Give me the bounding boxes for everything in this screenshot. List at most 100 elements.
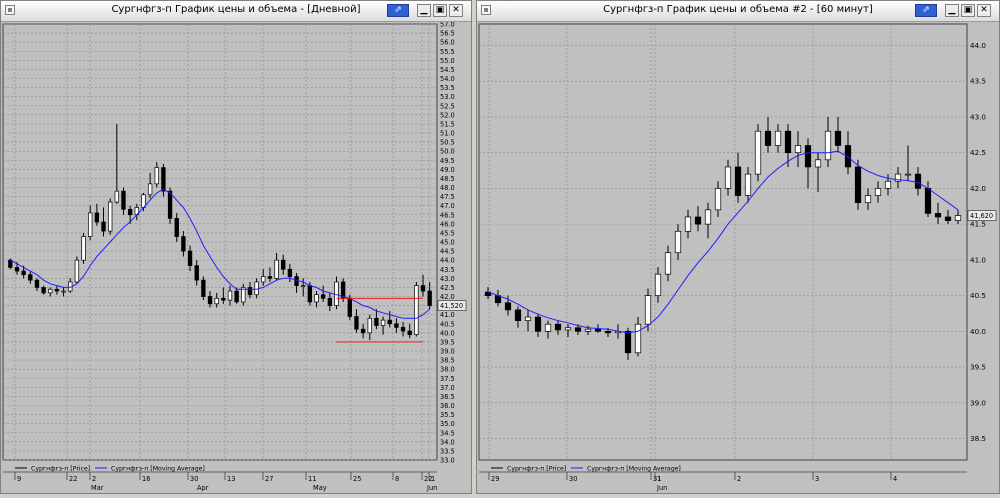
y-tick-label: 42.0 — [440, 293, 455, 301]
y-tick-label: 52.5 — [440, 102, 455, 110]
y-tick-label: 43.0 — [970, 112, 986, 121]
candle-body — [944, 216, 952, 221]
candle-body — [724, 166, 732, 189]
pin-button[interactable]: ⇗ — [387, 4, 409, 17]
window-hourly-chart: Сургнфгз-п График цены и объема #2 - [60… — [476, 0, 1000, 494]
y-tick-label: 46.0 — [440, 220, 455, 228]
y-tick-label: 39.5 — [440, 338, 455, 346]
y-tick-label: 39.0 — [970, 398, 986, 407]
candle-body — [281, 259, 286, 270]
x-tick-label: 3 — [815, 475, 819, 483]
candle-body — [227, 290, 233, 301]
y-tick-label: 42.5 — [970, 148, 986, 157]
candle-body — [234, 290, 239, 303]
close-button[interactable]: ✕ — [449, 4, 463, 17]
candle-body — [187, 250, 193, 266]
y-tick-label: 39.5 — [970, 363, 986, 372]
candle-body — [794, 145, 802, 154]
candle-body — [48, 288, 53, 294]
candle-body — [28, 274, 33, 281]
x-tick-label: 1 — [431, 475, 435, 483]
y-tick-label: 54.5 — [440, 66, 455, 74]
candle-body — [387, 319, 392, 325]
x-tick-label: 8 — [395, 475, 399, 483]
pin-button[interactable]: ⇗ — [915, 4, 937, 17]
candle-body — [864, 195, 872, 204]
y-tick-label: 48.0 — [440, 184, 455, 192]
daily-price-chart[interactable]: 57.056.556.055.555.054.554.053.553.052.5… — [1, 21, 471, 494]
candle-body — [584, 328, 592, 332]
minimize-button[interactable]: ▁ — [417, 4, 431, 17]
candle-body — [574, 327, 582, 332]
y-tick-label: 52.0 — [440, 111, 455, 119]
current-value-label: 41,520 — [440, 302, 463, 310]
candle-body — [274, 259, 279, 279]
candle-body — [524, 316, 532, 321]
candle-body — [420, 285, 426, 292]
candle-body — [101, 221, 106, 232]
candle-body — [147, 183, 153, 196]
title-bar[interactable]: Сургнфгз-п График цены и объема #2 - [60… — [477, 1, 999, 22]
x-tick-label: 1 — [657, 475, 661, 483]
x-tick-label: 30 — [569, 475, 577, 483]
minimize-button[interactable]: ▁ — [945, 4, 959, 17]
candle-body — [247, 287, 253, 296]
y-tick-label: 48.5 — [440, 175, 455, 183]
candle-body — [754, 130, 762, 175]
y-tick-label: 35.0 — [440, 420, 455, 428]
candle-body — [804, 145, 812, 168]
candle-body — [181, 236, 186, 252]
y-tick-label: 33.0 — [440, 457, 455, 465]
y-tick-label: 42.5 — [440, 284, 455, 292]
y-tick-label: 40.0 — [440, 329, 455, 337]
y-tick-label: 43.5 — [440, 266, 455, 274]
candle-body — [267, 276, 273, 279]
close-button[interactable]: ✕ — [977, 4, 991, 17]
y-tick-label: 51.5 — [440, 120, 455, 128]
x-tick-label: 22 — [69, 475, 77, 483]
candle-body — [254, 281, 259, 296]
y-tick-label: 38.5 — [970, 434, 986, 443]
candle-body — [261, 276, 266, 283]
maximize-button[interactable]: ▣ — [433, 4, 447, 17]
x-tick-label: 9 — [17, 475, 21, 483]
chart-area[interactable]: 57.0 56.5 56.0 55.5 55.0 54.5 54.0 53.5 53.0 52.5… — [1, 21, 471, 498]
maximize-button[interactable]: ▣ — [961, 4, 975, 17]
candle-body — [534, 316, 542, 332]
legend-ma-label: Сургнфгз-п [Moving Average] — [587, 466, 681, 473]
candle-body — [307, 285, 313, 303]
candle-body — [107, 201, 113, 232]
candle-body — [334, 281, 339, 306]
y-tick-label: 36.5 — [440, 393, 455, 401]
x-month-label: May — [313, 484, 327, 492]
chart-area[interactable]: 44.0 43.5 43.0 42.5 42.0 41.5 41.0 40.5 40.0 39.5… — [477, 22, 999, 498]
x-month-label: Mar — [91, 484, 104, 492]
candle-body — [904, 173, 912, 176]
y-tick-label: 38.5 — [440, 357, 455, 365]
candle-body — [374, 317, 379, 326]
candle-body — [354, 316, 359, 330]
y-tick-label: 40.5 — [970, 291, 986, 300]
candle-body — [784, 130, 792, 154]
y-tick-label: 55.5 — [440, 48, 455, 56]
candle-body — [504, 302, 512, 311]
hourly-price-chart[interactable]: 44.0 43.5 43.0 42.5 42.0 41.5 41.0 40.5 40.0 39.5… — [477, 22, 999, 494]
candle-body — [301, 285, 306, 287]
title-bar[interactable]: Сургнфгз-п График цены и объема - [Дневн… — [1, 1, 471, 22]
y-tick-label: 46.5 — [440, 211, 455, 219]
candle-body — [594, 328, 602, 332]
candle-body — [764, 130, 772, 146]
x-tick-label: 30 — [190, 475, 198, 483]
candle-body — [854, 166, 862, 204]
candle-body — [154, 167, 159, 185]
candle-body — [624, 330, 632, 354]
candle-body — [674, 230, 682, 254]
candle-body — [934, 213, 942, 218]
candle-body — [314, 294, 319, 303]
y-tick-label: 42.0 — [970, 184, 986, 193]
y-tick-label: 38.0 — [440, 366, 455, 374]
candle-body — [214, 297, 219, 305]
x-tick-label: 4 — [893, 475, 897, 483]
candle-body — [201, 279, 206, 297]
candle-body — [41, 287, 46, 294]
